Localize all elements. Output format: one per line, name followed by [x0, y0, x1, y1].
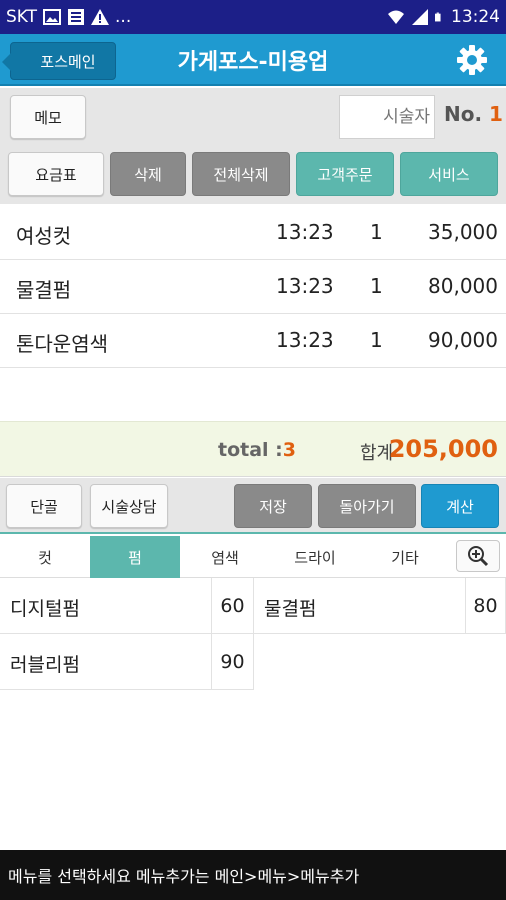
zoom-button[interactable]: [456, 540, 500, 572]
wifi-icon: [388, 10, 404, 24]
order-row[interactable]: 톤다운염색 13:23 1 90,000: [0, 314, 506, 368]
order-item-name: 톤다운염색: [16, 332, 108, 356]
battery-icon: [435, 12, 441, 22]
order-number-value: 1: [489, 102, 503, 126]
carrier-label: SKT: [6, 7, 38, 27]
order-item-price: 80,000: [428, 274, 498, 298]
order-number-label: No.: [444, 102, 483, 126]
app-header: 포스메인 가게포스-미용업: [0, 34, 506, 86]
order-item-time: 13:23: [276, 274, 334, 298]
delete-button[interactable]: 삭제: [110, 152, 186, 196]
menu-item[interactable]: 러블리펌: [0, 634, 212, 690]
category-tabs: 컷 펌 염색 드라이 기타: [0, 536, 506, 578]
signal-icon: [412, 9, 428, 25]
checkout-button[interactable]: 계산: [421, 484, 499, 528]
order-item-time: 13:23: [276, 220, 334, 244]
menu-item-price[interactable]: 90: [212, 634, 254, 690]
total-count-value: 3: [282, 439, 296, 461]
warning-icon: [91, 9, 110, 25]
gear-icon[interactable]: [456, 44, 488, 76]
order-item-qty: 1: [370, 220, 383, 244]
menu-item-name: 러블리펌: [10, 654, 80, 676]
order-item-price: 35,000: [428, 220, 498, 244]
notification-icon: [68, 9, 85, 25]
image-icon: [43, 9, 62, 25]
tab-other[interactable]: 기타: [360, 536, 450, 578]
sum-value: 205,000: [388, 435, 498, 463]
order-item-name: 여성컷: [16, 224, 72, 248]
menu-item-price[interactable]: 80: [466, 578, 506, 634]
regular-customer-button[interactable]: 단골: [6, 484, 82, 528]
menu-item[interactable]: 물결펌: [254, 578, 466, 634]
order-item-qty: 1: [370, 328, 383, 352]
tab-dye[interactable]: 염색: [180, 536, 270, 578]
order-item-time: 13:23: [276, 328, 334, 352]
pos-main-back-button[interactable]: 포스메인: [2, 42, 116, 80]
save-button[interactable]: 저장: [234, 484, 312, 528]
status-dots: ...: [115, 7, 132, 27]
total-count-label: total :: [218, 439, 283, 461]
price-table-button[interactable]: 요금표: [8, 152, 104, 196]
hint-message: 메뉴를 선택하세요 메뉴추가는 메인>메뉴>메뉴추가: [0, 850, 506, 900]
menu-item-name: 물결펌: [264, 598, 317, 620]
service-button[interactable]: 서비스: [400, 152, 498, 196]
menu-item-name: 디지털펌: [10, 598, 80, 620]
order-number: No. 1: [444, 102, 503, 126]
total-count: total :3: [218, 439, 296, 461]
staff-input[interactable]: [339, 95, 435, 139]
menu-item[interactable]: 디지털펌: [0, 578, 212, 634]
order-item-qty: 1: [370, 274, 383, 298]
tab-cut[interactable]: 컷: [0, 536, 90, 578]
customer-order-button[interactable]: 고객주문: [296, 152, 394, 196]
zoom-in-icon: [468, 546, 489, 567]
order-item-price: 90,000: [428, 328, 498, 352]
tab-perm[interactable]: 펌: [90, 536, 180, 578]
menu-item-price[interactable]: 60: [212, 578, 254, 634]
consultation-button[interactable]: 시술상담: [90, 484, 168, 528]
order-item-name: 물결펌: [16, 278, 72, 302]
tab-dry[interactable]: 드라이: [270, 536, 360, 578]
status-bar: SKT ... 13:24: [0, 0, 506, 34]
memo-button[interactable]: 메모: [10, 95, 86, 139]
total-bar: total :3 합계 205,000: [0, 421, 506, 477]
clock: 13:24: [451, 7, 500, 27]
order-row[interactable]: 물결펌 13:23 1 80,000: [0, 260, 506, 314]
order-list: 여성컷 13:23 1 35,000 물결펌 13:23 1 80,000 톤다…: [0, 206, 506, 368]
go-back-button[interactable]: 돌아가기: [318, 484, 416, 528]
delete-all-button[interactable]: 전체삭제: [192, 152, 290, 196]
order-row[interactable]: 여성컷 13:23 1 35,000: [0, 206, 506, 260]
